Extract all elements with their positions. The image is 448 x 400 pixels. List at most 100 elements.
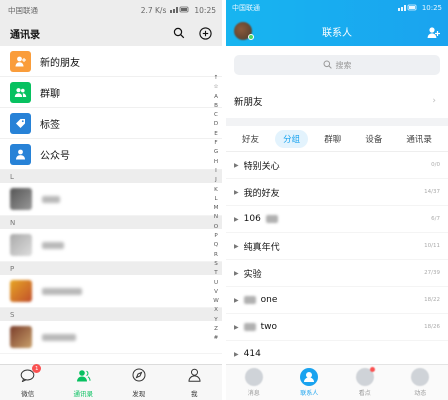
expand-arrow-icon: ▶ [234, 242, 239, 250]
index-letter[interactable]: B [214, 102, 218, 111]
tab-feed[interactable]: 动态 [393, 365, 448, 400]
tab-discover[interactable]: 发现 [111, 365, 167, 400]
index-letter[interactable]: C [214, 111, 218, 120]
tab-chats[interactable]: 1 微信 [0, 364, 56, 400]
tag-icon [10, 112, 31, 134]
group-count: 27/39 [424, 270, 440, 276]
expand-arrow-icon: ▶ [234, 161, 239, 169]
group-count: 10/11 [424, 243, 440, 249]
new-friends-item[interactable]: 新的朋友 [0, 46, 222, 77]
index-letter[interactable]: J [215, 176, 217, 185]
title-bar: 通讯录 [0, 20, 222, 46]
clock: 10:25 [194, 5, 216, 15]
expand-arrow-icon: ▶ [234, 350, 239, 358]
me-icon [188, 367, 201, 386]
index-letter[interactable]: V [214, 288, 218, 297]
signal-icon [397, 4, 418, 13]
official-accounts-item[interactable]: 公众号 [0, 139, 222, 170]
index-letter[interactable]: P [214, 232, 217, 241]
tab-watch[interactable]: 看点 [337, 365, 393, 400]
group-row-innocent-era[interactable]: ▶ 纯真年代 10/11 [226, 233, 448, 260]
contacts-icon [76, 367, 91, 386]
index-letter[interactable]: W [213, 297, 219, 306]
index-letter[interactable]: M [214, 204, 219, 213]
blurred-text [265, 215, 278, 223]
index-letter[interactable]: Y [214, 316, 217, 325]
index-letter[interactable]: A [214, 93, 218, 102]
tab-devices[interactable]: 设备 [357, 130, 390, 148]
group-row-special-care[interactable]: ▶ 特别关心 0/0 [226, 152, 448, 179]
group-chats-label: 群聊 [40, 88, 60, 100]
index-letter[interactable]: F [214, 139, 217, 148]
tab-contacts[interactable]: 联系人 [282, 365, 338, 400]
network-speed: 2.7 K/s [140, 5, 167, 15]
tab-label: 发现 [132, 390, 146, 398]
add-friend-icon[interactable] [427, 24, 440, 43]
search-input[interactable]: 搜索 [234, 55, 440, 75]
group-row-experiment[interactable]: ▶ 实验 27/39 [226, 260, 448, 287]
avatar [10, 326, 32, 348]
tab-friends[interactable]: 好友 [234, 130, 267, 148]
index-letter[interactable]: O [214, 223, 218, 232]
index-letter[interactable]: X [214, 306, 218, 315]
tab-me[interactable]: 我 [167, 365, 223, 400]
index-letter[interactable]: N [214, 213, 218, 222]
group-name: 实验 [243, 269, 262, 280]
section-header-l: L [0, 170, 222, 183]
index-letter[interactable]: # [214, 334, 219, 343]
tab-address-book[interactable]: 通讯录 [398, 130, 440, 148]
avatar [10, 280, 32, 302]
contact-row[interactable] [0, 183, 222, 216]
section-header-n: N [0, 216, 222, 229]
bottom-tab-bar: 消息 联系人 看点 动态 [226, 364, 448, 400]
index-letter[interactable]: ☆ [213, 83, 218, 92]
index-letter[interactable]: D [214, 120, 218, 129]
index-letter[interactable]: L [214, 195, 217, 204]
new-friends-item[interactable]: 新朋友 › [226, 84, 448, 126]
index-letter[interactable]: H [214, 158, 218, 167]
tab-groups[interactable]: 分组 [275, 129, 309, 148]
online-status-dot [248, 34, 254, 40]
search-icon[interactable] [172, 26, 186, 40]
alphabet-index[interactable]: ↑ ☆ A B C D E F G H I J K L M N O P Q R … [212, 74, 220, 344]
section-header-s: S [0, 308, 222, 321]
index-letter[interactable]: T [214, 269, 217, 278]
tab-messages[interactable]: 消息 [226, 365, 282, 400]
index-letter[interactable]: G [214, 148, 218, 157]
contact-row[interactable] [0, 321, 222, 354]
index-letter[interactable]: S [214, 260, 218, 269]
index-letter[interactable]: E [214, 130, 218, 139]
group-row-my-friends[interactable]: ▶ 我的好友 14/37 [226, 179, 448, 206]
group-count: 18/26 [424, 324, 440, 330]
avatar [10, 234, 32, 256]
expand-arrow-icon: ▶ [234, 296, 239, 304]
bottom-tab-bar: 1 微信 通讯录 发现 我 [0, 364, 222, 400]
blurred-text [243, 296, 256, 304]
group-count: 0/0 [431, 162, 440, 168]
group-row-two[interactable]: ▶ two 18/26 [226, 314, 448, 341]
search-placeholder: 搜索 [335, 60, 352, 70]
index-letter[interactable]: ↑ [214, 74, 219, 83]
contact-row[interactable] [0, 275, 222, 308]
index-letter[interactable]: Z [214, 325, 218, 334]
tab-contacts[interactable]: 通讯录 [56, 365, 112, 400]
index-letter[interactable]: K [214, 186, 218, 195]
person-add-icon [10, 50, 31, 72]
tags-item[interactable]: 标签 [0, 108, 222, 139]
contact-row[interactable] [0, 229, 222, 262]
index-letter[interactable]: U [214, 279, 218, 288]
add-circle-icon[interactable] [198, 26, 212, 40]
index-letter[interactable]: R [214, 251, 218, 260]
tab-group-chats[interactable]: 群聊 [316, 130, 349, 148]
group-name: 414 [243, 349, 261, 359]
chat-icon: 1 [20, 364, 42, 386]
group-row-one[interactable]: ▶ one 18/22 [226, 287, 448, 314]
new-friends-label: 新朋友 [234, 97, 263, 108]
official-account-icon [10, 143, 31, 165]
index-letter[interactable]: Q [214, 241, 218, 250]
index-letter[interactable]: I [215, 167, 217, 176]
group-chats-item[interactable]: 群聊 [0, 77, 222, 108]
tab-label: 微信 [21, 390, 35, 398]
group-row-106[interactable]: ▶ 106 6/7 [226, 206, 448, 233]
group-name: two [260, 322, 278, 332]
